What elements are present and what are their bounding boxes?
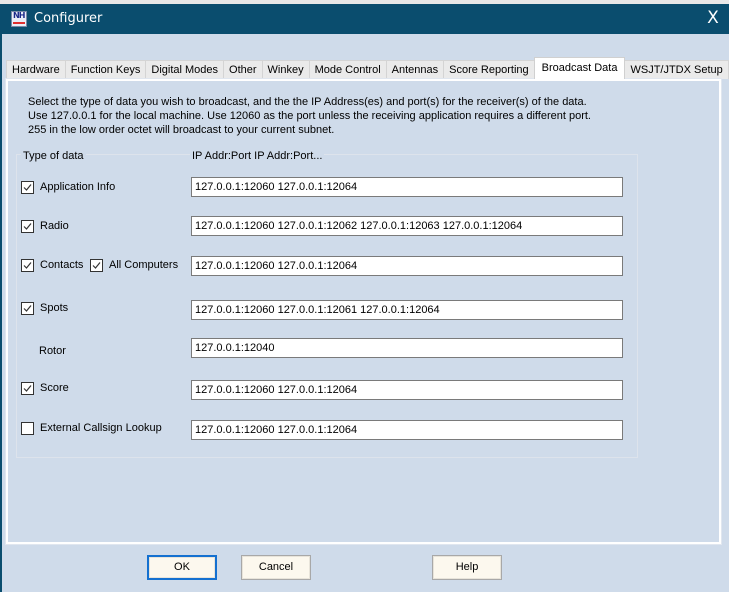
instructions-line-3: 255 in the low order octet will broadcas… (28, 124, 335, 136)
checkmark-icon (23, 223, 32, 230)
type-of-data-header: Type of data (21, 150, 86, 162)
checkmark-icon (23, 262, 32, 269)
close-icon[interactable]: X (703, 8, 723, 28)
application-info-ip-input[interactable] (191, 177, 623, 197)
title-bar[interactable]: NH Configurer X (2, 4, 729, 34)
app-logo-icon: NH (11, 11, 27, 27)
external-callsign-lookup-checkbox[interactable] (21, 422, 34, 435)
tab-score-reporting[interactable]: Score Reporting (443, 60, 535, 79)
tab-broadcast-data[interactable]: Broadcast Data (533, 57, 626, 79)
score-checkbox[interactable] (21, 382, 34, 395)
tab-antennas[interactable]: Antennas (385, 60, 445, 79)
checkmark-icon (23, 385, 32, 392)
help-button[interactable]: Help (432, 555, 502, 580)
score-ip-input[interactable] (191, 380, 623, 400)
checkmark-icon (92, 262, 101, 269)
tab-winkey[interactable]: Winkey (261, 60, 310, 79)
rotor-label: Rotor (39, 345, 66, 357)
spots-ip-input[interactable] (191, 300, 623, 320)
rotor-ip-input[interactable] (191, 338, 623, 358)
radio-label: Radio (40, 220, 69, 232)
checkmark-icon (23, 305, 32, 312)
tab-hardware[interactable]: Hardware (6, 60, 66, 79)
spots-label: Spots (40, 302, 69, 314)
window-title: Configurer (34, 11, 103, 26)
all-computers-label: All Computers (109, 259, 179, 271)
tab-other[interactable]: Other (223, 60, 263, 79)
checkmark-icon (23, 184, 32, 191)
tab-mode-control[interactable]: Mode Control (308, 60, 387, 79)
tab-digital-modes[interactable]: Digital Modes (145, 60, 225, 79)
cancel-button[interactable]: Cancel (241, 555, 311, 580)
tab-wsjt-jtdx-setup[interactable]: WSJT/JTDX Setup (624, 60, 729, 79)
ok-button[interactable]: OK (147, 555, 217, 580)
instructions: Select the type of data you wish to broa… (28, 95, 591, 137)
instructions-line-2: Use 127.0.0.1 for the local machine. Use… (28, 110, 591, 122)
application-info-label: Application Info (40, 181, 116, 193)
contacts-ip-input[interactable] (191, 256, 623, 276)
external-callsign-lookup-label: External Callsign Lookup (40, 422, 162, 434)
tab-function-keys[interactable]: Function Keys (64, 60, 147, 79)
instructions-line-1: Select the type of data you wish to broa… (28, 96, 587, 108)
application-info-checkbox[interactable] (21, 181, 34, 194)
ip-addr-port-header: IP Addr:Port IP Addr:Port... (190, 150, 325, 162)
radio-ip-input[interactable] (191, 216, 623, 236)
contacts-label: Contacts (40, 259, 84, 271)
external-callsign-lookup-ip-input[interactable] (191, 420, 623, 440)
score-label: Score (40, 382, 69, 394)
contacts-checkbox[interactable] (21, 259, 34, 272)
spots-checkbox[interactable] (21, 302, 34, 315)
all-computers-checkbox[interactable] (90, 259, 103, 272)
tab-strip: Hardware Function Keys Digital Modes Oth… (6, 57, 729, 79)
radio-checkbox[interactable] (21, 220, 34, 233)
